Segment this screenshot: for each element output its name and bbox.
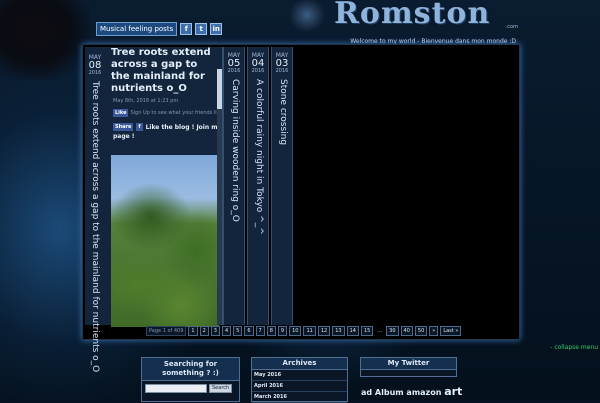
like-the-blog-text-cont: page ! [113,133,135,140]
tag-link[interactable]: Album [375,388,404,397]
page-link[interactable]: 13 [332,326,345,336]
logo-text: Romston [334,0,491,31]
page-link[interactable]: 15 [360,326,374,336]
collapse-menu-link[interactable]: - collapse menu [550,344,598,351]
post-strip-title[interactable]: A colorful rainy night in Tokyo ^_^ [254,79,264,235]
post-date: MAY 05 2016 [227,52,241,74]
search-widget: Searching for something ? :) Search [141,357,240,402]
tag-link[interactable]: ad [361,388,372,397]
post-strip-carving[interactable]: MAY 05 2016 Carving inside wooden ring o… [223,47,245,325]
archives-widget: Archives May 2016 April 2016 March 2016 [251,357,348,403]
twitter-widget-title: My Twitter [361,358,456,370]
scrollbar-thumb[interactable] [217,69,222,109]
tag-link[interactable]: amazon [406,388,441,397]
page-link[interactable]: 8 [266,326,276,336]
page-link[interactable]: 30 [386,326,399,336]
background-character-hair [0,0,90,80]
page-link[interactable]: 40 [400,326,413,336]
page-ellipsis: ... [377,328,383,334]
page-link[interactable]: 9 [277,326,288,336]
tag-cloud: ad Album amazon art [361,385,462,398]
tag-link[interactable]: art [444,385,462,398]
page-link[interactable]: 11 [303,326,316,336]
post-strip-title[interactable]: Stone crossing [278,79,288,145]
last-page-button[interactable]: Last » [440,326,462,336]
pagination: Page 1 of 409 1 2 3 4 5 6 7 8 9 10 11 12… [146,326,462,336]
post-scrollbar[interactable] [217,69,222,325]
search-button[interactable]: Search [209,384,233,393]
post-accordion-panel: MAY 08 2016 Tree roots extend across a g… [82,44,520,372]
page-link[interactable]: 3 [210,326,220,336]
page-link[interactable]: 2 [199,326,209,336]
post-strip-tokyo[interactable]: MAY 04 2016 A colorful rainy night in To… [247,47,269,325]
post-title[interactable]: Tree roots extend across a gap to the ma… [111,47,219,95]
like-the-blog-text: Like the blog ! Join my [145,123,222,131]
post-date: MAY 08 2016 [88,54,102,76]
facebook-share-button[interactable]: Share [113,123,134,131]
archive-link[interactable]: May 2016 [252,370,347,381]
page-link[interactable]: 1 [188,326,198,336]
share-row: Share f Like the blog ! Join my [113,123,221,131]
facebook-page-like-button[interactable]: f [136,123,143,131]
search-widget-title: Searching for something ? :) [142,358,239,381]
top-social-bar: Musical feeling posts f t in [96,22,223,36]
post-strip-title[interactable]: Carving inside wooden ring o_O [230,79,240,222]
post-photo-trees [111,155,219,327]
search-input[interactable] [145,384,207,393]
page-link[interactable]: 4 [221,326,232,336]
post-date: MAY 04 2016 [251,52,265,74]
post-date: MAY 03 2016 [275,52,289,74]
page-link[interactable]: 50 [414,326,428,336]
archives-widget-title: Archives [252,358,347,370]
logo-domain: .com [505,24,518,30]
logo-avatar-image [284,0,330,34]
archive-link[interactable]: March 2016 [252,392,347,403]
twitter-widget: My Twitter [360,357,457,377]
post-date-meta: May 8th, 2016 at 1:23 pm [113,98,179,104]
page-link[interactable]: 10 [289,326,302,336]
linkedin-icon[interactable]: in [210,23,223,35]
twitter-icon[interactable]: t [195,23,208,35]
facebook-like-row: Like Sign Up to see what your friends li… [113,109,224,117]
facebook-like-button[interactable]: Like [113,109,129,117]
page-link[interactable]: 6 [244,326,254,336]
search-form: Search [142,381,239,393]
page-link[interactable]: 7 [255,326,265,336]
page-count-label: Page 1 of 409 [146,326,187,336]
page-link[interactable]: 5 [233,326,243,336]
next-page-button[interactable]: » [429,326,439,336]
facebook-icon[interactable]: f [180,23,193,35]
open-post: MAY 08 2016 Tree roots extend across a g… [85,47,224,372]
page-link[interactable]: 14 [346,326,359,336]
site-logo[interactable]: Romston .com [284,0,520,34]
post-strip-stone[interactable]: MAY 03 2016 Stone crossing [271,47,293,325]
musical-feeling-posts-link[interactable]: Musical feeling posts [96,22,178,36]
page-link[interactable]: 12 [317,326,331,336]
archive-link[interactable]: April 2016 [252,381,347,392]
post-vertical-title[interactable]: Tree roots extend across a gap to the ma… [90,81,100,372]
facebook-signup-text[interactable]: Sign Up to see what your friends like. [130,110,224,116]
